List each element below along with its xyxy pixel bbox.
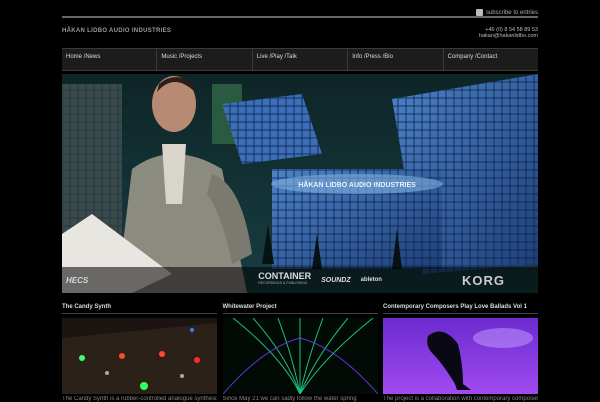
header-divider (62, 16, 538, 18)
nav-live-play-talk[interactable]: Live /Play /Talk (251, 49, 347, 70)
soundz-logo: SOUNDZ (321, 276, 351, 284)
card-title[interactable]: The Candy Synth (62, 304, 217, 314)
card-whitewater[interactable]: Whitewater Project Since May 21 we can s… (222, 304, 378, 402)
building-sign: HÅKAN LIDBO AUDIO INDUSTRIES (298, 180, 416, 189)
candy-synth-thumbnail[interactable] (62, 318, 217, 394)
subscribe-link[interactable]: subscribe to entries (475, 9, 538, 16)
card-love-ballads[interactable]: Contemporary Composers Play Love Ballads… (383, 304, 538, 402)
site-title[interactable]: HÅKAN LIDBO AUDIO INDUSTRIES (62, 28, 171, 34)
card-title[interactable]: Whitewater Project (222, 304, 378, 314)
love-ballads-thumbnail[interactable] (383, 318, 538, 394)
hero-banner[interactable]: HÅKAN LIDBO AUDIO INDUSTRIES HECS CONTAI… (62, 74, 538, 293)
card-excerpt: The Candy Synth is a rubber-controlled a… (62, 396, 217, 402)
email-link[interactable]: hakan@hakanlidbo.com (479, 33, 538, 39)
sponsor-logos: HECS CONTAINER RECORDINGS & PUBLISHING S… (62, 267, 538, 293)
card-candy-synth[interactable]: The Candy Synth The Candy Synth is a rub… (62, 304, 217, 402)
main-nav: Home /News Music /Projects Live /Play /T… (62, 48, 538, 71)
card-title[interactable]: Contemporary Composers Play Love Ballads… (383, 304, 538, 314)
subscribe-label: subscribe to entries (485, 9, 538, 16)
contact-info: +46 (0) 8 54 58 89 53 hakan@hakanlidbo.c… (479, 27, 538, 39)
container-logo: CONTAINER RECORDINGS & PUBLISHING (258, 271, 312, 286)
card-excerpt: Since May 21 we can sadly follow the wat… (222, 396, 357, 402)
hecs-logo: HECS (66, 275, 89, 285)
nav-info-press-bio[interactable]: Info /Press /Bio (347, 49, 442, 70)
rss-icon (475, 9, 483, 16)
nav-company-contact[interactable]: Company /Contact (442, 49, 538, 70)
featured-cards: The Candy Synth The Candy Synth is a rub… (62, 304, 538, 402)
whitewater-thumbnail[interactable] (222, 318, 378, 394)
card-excerpt: The project is a collaboration with cont… (383, 396, 538, 402)
korg-logo: KORG (461, 272, 505, 288)
hero-image: HÅKAN LIDBO AUDIO INDUSTRIES (62, 74, 538, 293)
nav-music-projects[interactable]: Music /Projects (156, 49, 251, 70)
nav-home-news[interactable]: Home /News (62, 49, 156, 70)
ableton-logo: ableton (360, 277, 382, 283)
